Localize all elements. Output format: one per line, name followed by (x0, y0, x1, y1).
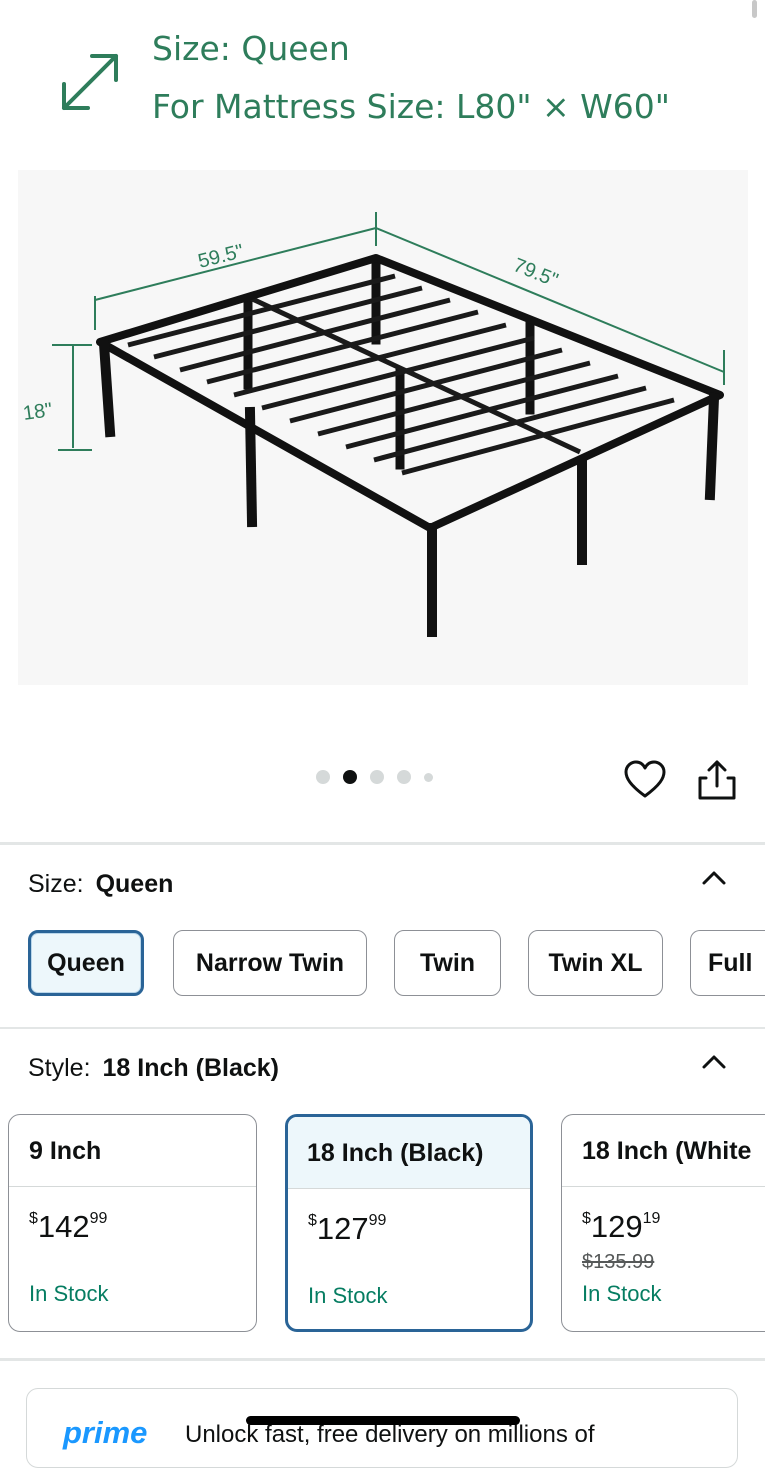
size-option-label: Twin XL (548, 948, 643, 977)
price-whole: 129 (590, 1209, 643, 1244)
style-option-9-inch[interactable]: 9 Inch $14299 In Stock (8, 1114, 257, 1332)
product-image-gallery[interactable]: Size: Queen For Mattress Size: L80" × W6… (0, 0, 765, 842)
price-whole: 142 (37, 1209, 90, 1244)
share-icon[interactable] (696, 758, 738, 802)
caption-mattress-size: For Mattress Size: L80" × W60" (152, 87, 670, 126)
price-cents: 19 (642, 1210, 661, 1227)
stock-status: In Stock (582, 1281, 662, 1306)
image-pagination-dots[interactable] (316, 770, 433, 784)
size-option-full[interactable]: Full (690, 930, 765, 996)
section-divider (0, 1027, 765, 1029)
style-option-name: 18 Inch (Black) (288, 1117, 530, 1189)
height-dimension: 18" (22, 399, 54, 425)
size-value: Queen (95, 870, 174, 898)
style-option-price: $14299 (29, 1209, 107, 1245)
heart-icon[interactable] (624, 760, 666, 800)
chevron-up-icon[interactable] (700, 1050, 728, 1072)
style-option-18-inch-white[interactable]: 18 Inch (White $12919 $135.99 In Stock (561, 1114, 765, 1332)
style-option-name: 18 Inch (White (562, 1115, 765, 1187)
home-indicator[interactable] (246, 1416, 520, 1425)
size-option-queen[interactable]: Queen (28, 930, 144, 996)
price-cents: 99 (368, 1212, 387, 1229)
size-option-twin-xl[interactable]: Twin XL (528, 930, 663, 996)
pagination-dot[interactable] (370, 770, 384, 784)
style-label: Style: (28, 1054, 91, 1082)
style-option-price: $12799 (308, 1211, 386, 1247)
bed-frame-image: 59.5" 79.5" 18" (18, 170, 748, 685)
style-option-18-inch-black[interactable]: 18 Inch (Black) $12799 In Stock (285, 1114, 533, 1332)
style-label-row: Style: 18 Inch (Black) (28, 1054, 279, 1083)
stock-status: In Stock (308, 1283, 388, 1308)
was-price: $135.99 (582, 1251, 655, 1273)
size-label: Size: (28, 870, 84, 898)
price-cents: 99 (89, 1210, 108, 1227)
prime-banner[interactable]: prime Unlock fast, free delivery on mill… (26, 1388, 738, 1468)
size-option-label: Full (708, 948, 753, 977)
size-label-row: Size: Queen (28, 870, 173, 899)
pagination-dot[interactable] (397, 770, 411, 784)
price-symbol: $ (29, 1210, 38, 1227)
section-divider (0, 1358, 765, 1361)
style-value: 18 Inch (Black) (102, 1054, 279, 1082)
pagination-dot-active[interactable] (343, 770, 357, 784)
caption-size: Size: Queen (152, 29, 350, 68)
style-option-price: $12919 (582, 1209, 660, 1245)
prime-logo: prime (63, 1415, 148, 1450)
prime-promo-text: Unlock fast, free delivery on millions o… (185, 1421, 595, 1448)
size-option-label: Queen (47, 948, 125, 977)
scrollbar[interactable] (752, 0, 757, 18)
price-symbol: $ (582, 1210, 591, 1227)
image-caption: Size: Queen For Mattress Size: L80" × W6… (152, 20, 670, 136)
price-symbol: $ (308, 1212, 317, 1229)
chevron-up-icon[interactable] (700, 866, 728, 888)
price-whole: 127 (316, 1211, 369, 1246)
section-divider (0, 842, 765, 845)
size-option-narrow-twin[interactable]: Narrow Twin (173, 930, 367, 996)
stock-status: In Stock (29, 1281, 109, 1306)
style-option-name: 9 Inch (9, 1115, 256, 1187)
resize-icon (62, 54, 118, 110)
pagination-dot[interactable] (424, 772, 433, 782)
size-option-twin[interactable]: Twin (394, 930, 501, 996)
size-option-label: Twin (419, 948, 476, 977)
pagination-dot[interactable] (316, 770, 330, 784)
size-option-label: Narrow Twin (195, 948, 345, 977)
